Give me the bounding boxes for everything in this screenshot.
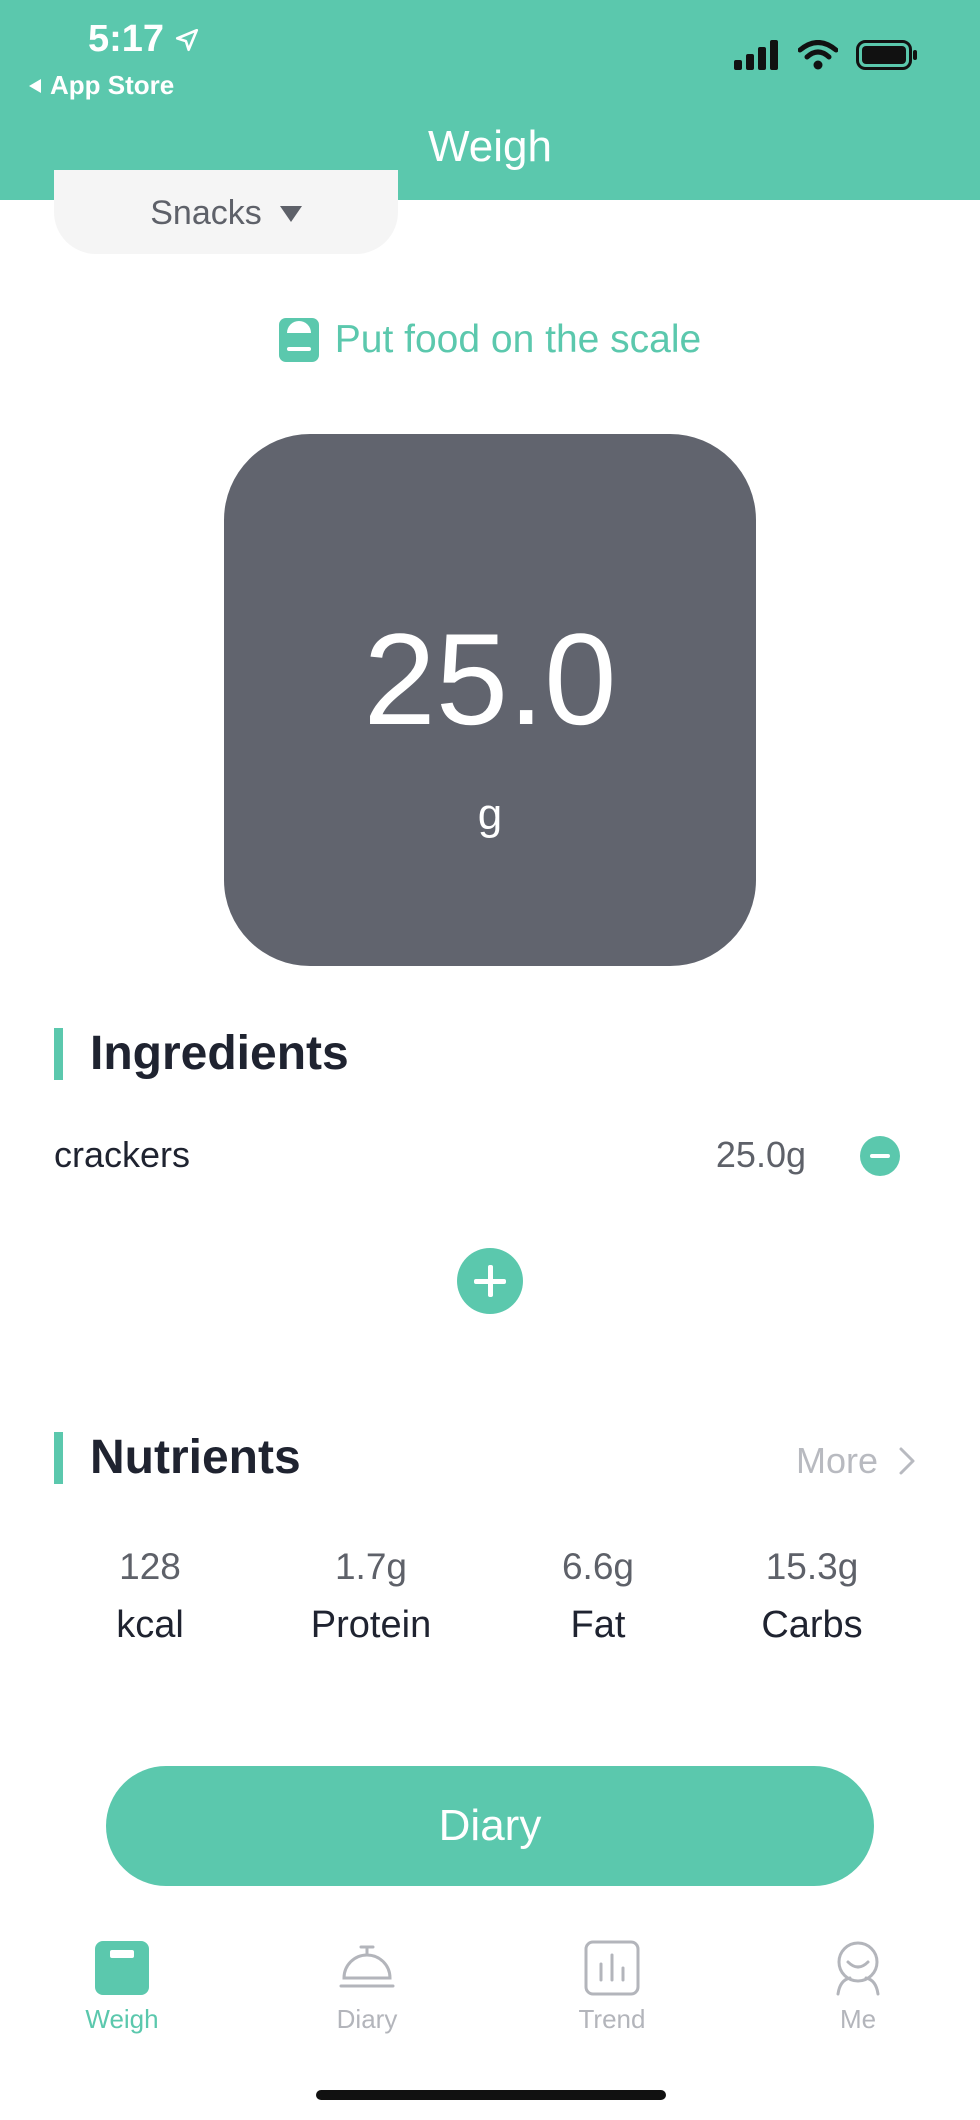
person-icon — [836, 1941, 880, 1996]
nutrient-fat: 6.6g Fat — [561, 1546, 634, 1646]
tab-diary[interactable]: Diary — [287, 1940, 447, 2035]
weight-unit: g — [477, 790, 503, 839]
nutrient-protein: 1.7g Protein — [310, 1546, 432, 1646]
scale-icon — [278, 318, 319, 362]
page-title: Weigh — [428, 122, 552, 171]
battery-icon — [856, 40, 917, 70]
more-nutrients-link[interactable]: More — [796, 1440, 916, 1482]
signal-icon — [734, 40, 778, 70]
status-time: 5:17 — [88, 18, 200, 61]
nutrient-carbs: 15.3g Carbs — [761, 1546, 863, 1646]
cloche-icon — [339, 1945, 395, 1988]
remove-ingredient-button[interactable] — [860, 1136, 900, 1176]
scale-hint: Put food on the scale — [0, 318, 980, 362]
meal-selector[interactable]: Snacks — [54, 170, 398, 254]
add-ingredient-button[interactable] — [457, 1248, 523, 1314]
back-triangle-icon — [29, 78, 41, 93]
back-to-app-store[interactable]: App Store — [28, 70, 174, 101]
ingredients-title: Ingredients — [90, 1027, 349, 1080]
bar-chart-icon — [584, 1940, 640, 1996]
ingredients-accent-bar — [54, 1028, 63, 1080]
wifi-icon — [798, 40, 838, 70]
caret-down-icon — [279, 206, 302, 222]
ingredient-weight: 25.0g — [715, 1134, 806, 1175]
tab-weigh[interactable]: Weigh — [42, 1940, 202, 2035]
ingredient-name: crackers — [54, 1134, 191, 1175]
weight-value: 25.0 — [363, 606, 617, 752]
meal-selector-label: Snacks — [150, 194, 262, 232]
diary-button[interactable]: Diary — [106, 1766, 874, 1886]
weight-display: 25.0 g — [224, 434, 756, 966]
location-arrow-icon — [176, 28, 199, 51]
nutrients-title: Nutrients — [90, 1431, 301, 1484]
chevron-right-icon — [899, 1447, 915, 1475]
status-icons — [734, 40, 918, 70]
home-indicator — [316, 2090, 666, 2100]
scale-icon — [95, 1941, 149, 1995]
tab-trend[interactable]: Trend — [532, 1940, 692, 2035]
nutrients-accent-bar — [54, 1432, 63, 1484]
nutrient-kcal: 128 kcal — [116, 1546, 184, 1646]
tab-me[interactable]: Me — [778, 1940, 938, 2035]
